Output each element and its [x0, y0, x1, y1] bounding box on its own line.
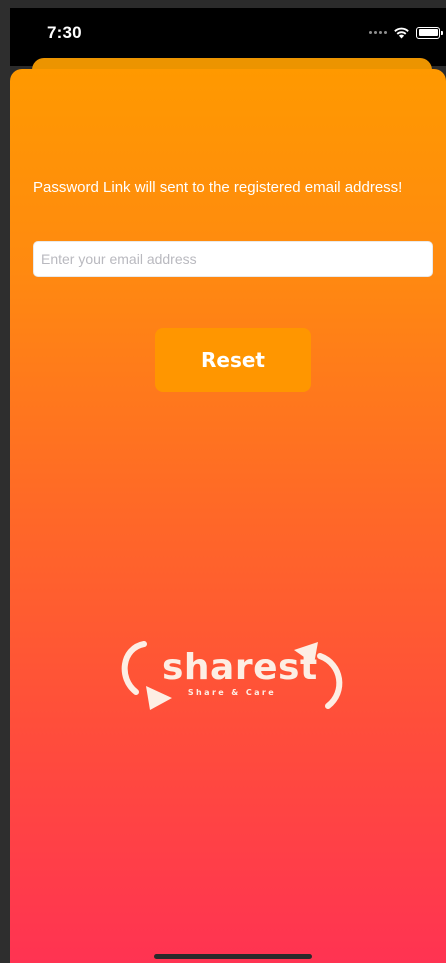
reset-button[interactable]: Reset [155, 328, 311, 392]
logo-arrow-left-icon [121, 641, 147, 695]
left-bezel [0, 0, 10, 963]
home-indicator[interactable] [154, 954, 312, 959]
email-input[interactable] [33, 241, 433, 277]
sharest-logo: sharest Share & Care [114, 636, 350, 716]
reset-password-sheet: Password Link will sent to the registere… [10, 69, 446, 963]
status-time: 7:30 [47, 23, 82, 42]
phone-screen: 7:30 Password Link will sent to the regi… [0, 0, 446, 963]
logo-arrow-right-icon [317, 653, 343, 709]
wifi-icon [393, 26, 410, 39]
status-icons [369, 26, 443, 39]
info-message: Password Link will sent to the registere… [33, 179, 403, 196]
logo-wordmark: sharest [162, 647, 318, 688]
battery-icon [416, 26, 443, 39]
signal-icon [369, 31, 387, 34]
logo-tagline: Share & Care [187, 688, 277, 697]
